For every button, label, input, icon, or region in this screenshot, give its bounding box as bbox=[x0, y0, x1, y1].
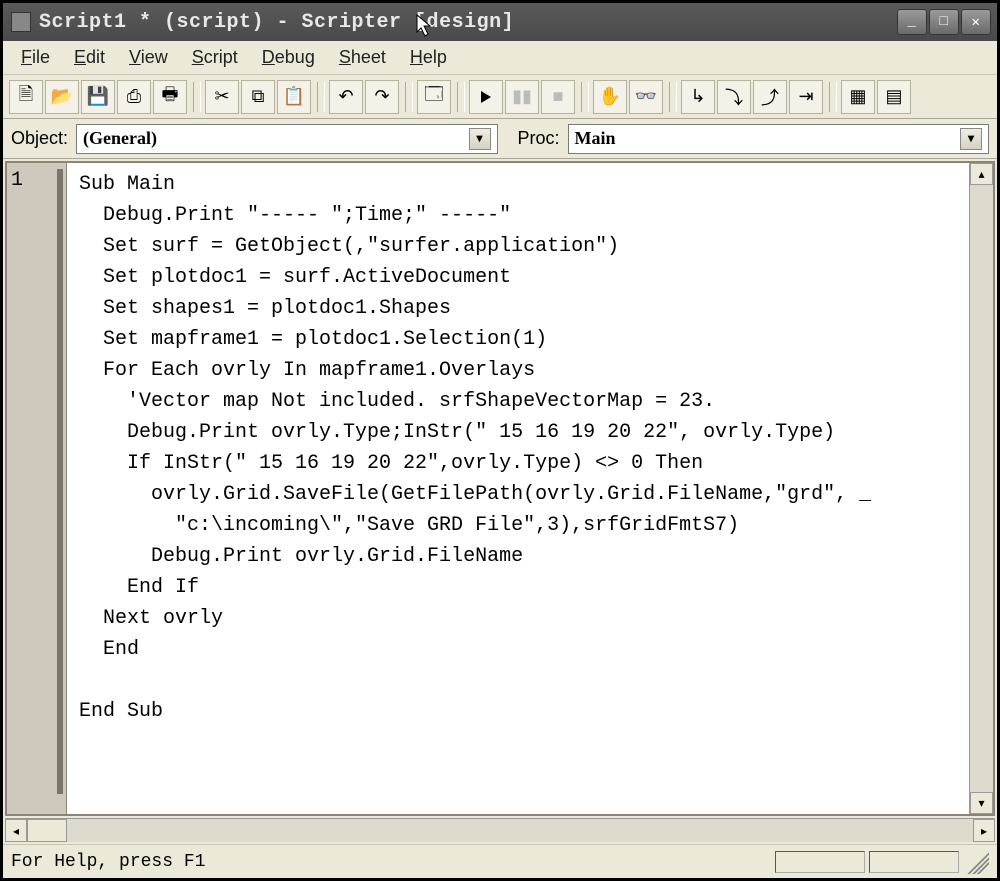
run-to-icon: ⇥ bbox=[798, 86, 813, 107]
scroll-down-icon[interactable]: ▾ bbox=[970, 792, 993, 814]
save-button[interactable]: 💾 bbox=[81, 80, 115, 114]
step-over-button[interactable]: ⤵ bbox=[717, 80, 751, 114]
status-text: For Help, press F1 bbox=[11, 852, 771, 872]
toolbar-sep bbox=[457, 82, 465, 112]
menu-script[interactable]: Script bbox=[180, 43, 250, 72]
window1-button[interactable]: ▦ bbox=[841, 80, 875, 114]
run-button[interactable] bbox=[469, 80, 503, 114]
dialog-button[interactable]: 🗔 bbox=[417, 80, 451, 114]
paste-button[interactable]: 📋 bbox=[277, 80, 311, 114]
code-editor[interactable]: 1 Sub Main Debug.Print "----- ";Time;" -… bbox=[5, 161, 995, 816]
toolbar: 🗎 📂 💾 ⎙ 🖶 ✂ ⧉ 📋 ↶ ↷ 🗔 ▮▮ ■ ✋ 👓 ↳ ⤵ ⤴ ⇥ ▦… bbox=[3, 75, 997, 119]
scroll-track[interactable] bbox=[67, 819, 973, 842]
save-icon: 💾 bbox=[87, 86, 109, 107]
scroll-right-icon[interactable]: ▸ bbox=[973, 819, 995, 842]
titlebar: Script1 * (script) - Scripter [design] _… bbox=[3, 3, 997, 41]
chevron-down-icon: ▾ bbox=[960, 128, 982, 150]
margin-bar bbox=[57, 169, 63, 794]
cut-button[interactable]: ✂ bbox=[205, 80, 239, 114]
paste-icon: 📋 bbox=[283, 86, 305, 107]
menu-help[interactable]: Help bbox=[398, 43, 459, 72]
toolbar-sep bbox=[317, 82, 325, 112]
status-bar: For Help, press F1 bbox=[3, 844, 997, 878]
resize-grip-icon[interactable] bbox=[965, 850, 989, 874]
stop-icon: ■ bbox=[553, 86, 564, 107]
step-out-icon: ⤴ bbox=[761, 84, 779, 110]
toolbar-sep bbox=[405, 82, 413, 112]
app-window: Script1 * (script) - Scripter [design] _… bbox=[0, 0, 1000, 881]
run-icon bbox=[478, 89, 494, 105]
menubar: File Edit View Script Debug Sheet Help bbox=[3, 41, 997, 75]
chevron-down-icon: ▾ bbox=[469, 128, 491, 150]
scroll-track[interactable] bbox=[970, 185, 993, 792]
object-combo[interactable]: (General) ▾ bbox=[76, 124, 497, 154]
scroll-thumb[interactable] bbox=[27, 819, 67, 842]
pause-button[interactable]: ▮▮ bbox=[505, 80, 539, 114]
line-number: 1 bbox=[11, 169, 23, 192]
object-label: Object: bbox=[11, 128, 68, 149]
horizontal-scrollbar[interactable]: ◂ ▸ bbox=[5, 818, 995, 842]
hand-button[interactable]: ✋ bbox=[593, 80, 627, 114]
saveall-icon: ⎙ bbox=[127, 86, 141, 107]
menu-file[interactable]: File bbox=[9, 43, 62, 72]
undo-icon: ↶ bbox=[338, 86, 353, 107]
toolbar-sep bbox=[193, 82, 201, 112]
proc-value: Main bbox=[575, 128, 960, 149]
step-into-button[interactable]: ↳ bbox=[681, 80, 715, 114]
maximize-button[interactable]: □ bbox=[929, 9, 959, 35]
pause-icon: ▮▮ bbox=[512, 86, 532, 107]
scroll-left-icon[interactable]: ◂ bbox=[5, 819, 27, 842]
vertical-scrollbar[interactable]: ▴ ▾ bbox=[969, 163, 993, 814]
menu-edit[interactable]: Edit bbox=[62, 43, 117, 72]
copy-icon: ⧉ bbox=[252, 86, 265, 107]
proc-combo[interactable]: Main ▾ bbox=[568, 124, 989, 154]
new-button[interactable]: 🗎 bbox=[9, 80, 43, 114]
print-icon: 🖶 bbox=[162, 82, 179, 112]
undo-button[interactable]: ↶ bbox=[329, 80, 363, 114]
open-button[interactable]: 📂 bbox=[45, 80, 79, 114]
open-icon: 📂 bbox=[51, 86, 73, 107]
scroll-up-icon[interactable]: ▴ bbox=[970, 163, 993, 185]
toolbar-sep bbox=[829, 82, 837, 112]
status-well bbox=[869, 851, 959, 873]
menu-sheet[interactable]: Sheet bbox=[327, 43, 398, 72]
glasses-icon: 👓 bbox=[635, 86, 657, 107]
cut-icon: ✂ bbox=[214, 86, 229, 107]
minimize-button[interactable]: _ bbox=[897, 9, 927, 35]
app-icon bbox=[11, 12, 31, 32]
window-icon: ▦ bbox=[849, 86, 866, 107]
redo-button[interactable]: ↷ bbox=[365, 80, 399, 114]
object-value: (General) bbox=[83, 128, 468, 149]
run-to-button[interactable]: ⇥ bbox=[789, 80, 823, 114]
toolbar-sep bbox=[669, 82, 677, 112]
stop-button[interactable]: ■ bbox=[541, 80, 575, 114]
proc-label: Proc: bbox=[518, 128, 560, 149]
step-into-icon: ↳ bbox=[690, 86, 705, 107]
saveall-button[interactable]: ⎙ bbox=[117, 80, 151, 114]
window2-icon: ▤ bbox=[885, 86, 902, 107]
window2-button[interactable]: ▤ bbox=[877, 80, 911, 114]
step-over-icon: ⤵ bbox=[725, 84, 743, 110]
menu-debug[interactable]: Debug bbox=[250, 43, 327, 72]
selectors-bar: Object: (General) ▾ Proc: Main ▾ bbox=[3, 119, 997, 159]
close-button[interactable]: ✕ bbox=[961, 9, 991, 35]
gutter: 1 bbox=[7, 163, 67, 814]
dialog-icon: 🗔 bbox=[424, 82, 444, 112]
redo-icon: ↷ bbox=[374, 86, 389, 107]
window-title: Script1 * (script) - Scripter [design] bbox=[39, 11, 897, 34]
menu-view[interactable]: View bbox=[117, 43, 180, 72]
step-out-button[interactable]: ⤴ bbox=[753, 80, 787, 114]
browse-button[interactable]: 👓 bbox=[629, 80, 663, 114]
print-button[interactable]: 🖶 bbox=[153, 80, 187, 114]
toolbar-sep bbox=[581, 82, 589, 112]
copy-button[interactable]: ⧉ bbox=[241, 80, 275, 114]
hand-icon: ✋ bbox=[599, 86, 621, 107]
code-area[interactable]: Sub Main Debug.Print "----- ";Time;" ---… bbox=[67, 163, 969, 814]
new-icon: 🗎 bbox=[19, 82, 33, 112]
status-well bbox=[775, 851, 865, 873]
